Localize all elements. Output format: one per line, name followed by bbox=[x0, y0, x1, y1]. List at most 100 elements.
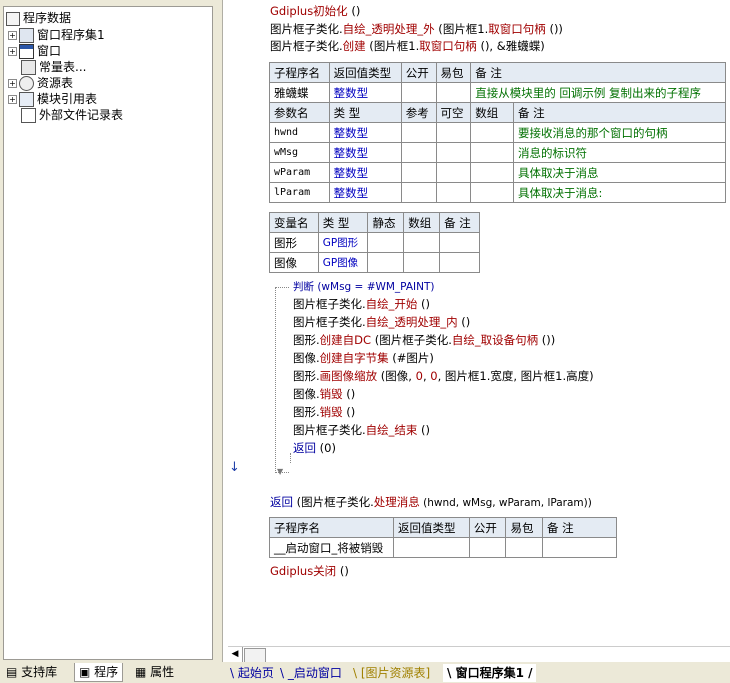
tab-support-library[interactable]: ▤ 支持库 bbox=[6, 663, 57, 681]
tree-item-constants[interactable]: 常量表... bbox=[21, 59, 86, 75]
tab-properties[interactable]: ▦ 属性 bbox=[135, 663, 174, 681]
variable-table[interactable]: 变量名 类 型 静态 数组 备 注 图形 GP图形 图像 GP图像 bbox=[269, 212, 480, 273]
param-ref-cell[interactable] bbox=[400, 162, 437, 183]
param-row[interactable]: lParam 整数型 具体取决于消息: bbox=[269, 182, 727, 203]
var-type-cell[interactable]: GP图形 bbox=[317, 232, 369, 253]
return-type-cell[interactable]: 整数型 bbox=[328, 82, 402, 103]
subprogram-name-cell[interactable]: __启动窗口_将被销毁 bbox=[269, 537, 394, 558]
code-line-3[interactable]: 图片框子类化.创建 (图片框1.取窗口句柄 (), &雅蠛蝶) bbox=[270, 38, 545, 54]
var-static-cell[interactable] bbox=[367, 252, 405, 273]
public-cell[interactable] bbox=[468, 537, 507, 558]
tab-window-module[interactable]: \ 窗口程序集1 / bbox=[443, 664, 537, 682]
var-name-cell[interactable]: 图形 bbox=[269, 232, 319, 253]
judge-line[interactable]: 判断 (wMsg = #WM_PAINT) bbox=[293, 278, 434, 295]
code-text: () bbox=[347, 4, 361, 18]
body-line[interactable]: 图片框子类化.自绘_结束 () bbox=[293, 422, 430, 438]
body-line[interactable]: 图像.创建自字节集 (#图片) bbox=[293, 350, 434, 366]
body-line[interactable]: 图片框子类化.自绘_开始 () bbox=[293, 296, 430, 312]
param-ref-cell[interactable] bbox=[400, 142, 437, 163]
variable-row[interactable]: 图形 GP图形 bbox=[269, 232, 480, 253]
tree-item-file-record[interactable]: 外部文件记录表 bbox=[21, 107, 123, 123]
param-ref-cell[interactable] bbox=[400, 182, 437, 203]
body-line[interactable]: 图形.创建自DC (图片框子类化.自绘_取设备句柄 ()) bbox=[293, 332, 555, 348]
var-type-cell[interactable]: GP图像 bbox=[317, 252, 369, 273]
var-remark-cell[interactable] bbox=[439, 252, 480, 273]
param-row[interactable]: hwnd 整数型 要接收消息的那个窗口的句柄 bbox=[269, 122, 727, 143]
tree-item-resources[interactable]: + 资源表 bbox=[8, 75, 73, 91]
param-type-cell[interactable]: 整数型 bbox=[328, 162, 402, 183]
var-array-cell[interactable] bbox=[403, 232, 441, 253]
public-cell[interactable] bbox=[400, 82, 437, 103]
subprogram-table-2[interactable]: 子程序名 返回值类型 公开 易包 备 注 __启动窗口_将被销毁 bbox=[269, 517, 617, 558]
param-type-cell[interactable]: 整数型 bbox=[328, 182, 402, 203]
code-line-1[interactable]: Gdiplus初始化 () bbox=[270, 3, 360, 19]
param-row[interactable]: wParam 整数型 具体取决于消息 bbox=[269, 162, 727, 183]
param-type-cell[interactable]: 整数型 bbox=[328, 142, 402, 163]
param-nullable-cell[interactable] bbox=[435, 162, 472, 183]
param-name-cell[interactable]: hwnd bbox=[269, 122, 330, 143]
resources-icon bbox=[19, 76, 34, 91]
tree-item-modules[interactable]: + 窗口程序集1 bbox=[8, 27, 105, 43]
tree-item-label: 模块引用表 bbox=[37, 92, 98, 106]
param-name-cell[interactable]: wMsg bbox=[269, 142, 330, 163]
easy-pack-cell[interactable] bbox=[435, 82, 472, 103]
body-line[interactable]: 图形.画图像缩放 (图像, 0, 0, 图片框1.宽度, 图片框1.高度) bbox=[293, 368, 594, 384]
code-text: ()) bbox=[545, 22, 563, 36]
param-remark-cell[interactable]: 具体取决于消息 bbox=[512, 162, 727, 183]
tab-start-page[interactable]: \ 起始页 bbox=[230, 664, 274, 682]
param-remark-cell[interactable]: 具体取决于消息: bbox=[512, 182, 727, 203]
horizontal-scrollbar[interactable]: ◀ bbox=[228, 646, 730, 663]
subprogram-name-cell[interactable]: 雅蠛蝶 bbox=[269, 82, 330, 103]
code-editor[interactable]: Gdiplus初始化 () 图片框子类化.自绘_透明处理_外 (图片框1.取窗口… bbox=[243, 0, 730, 662]
code-line-2[interactable]: 图片框子类化.自绘_透明处理_外 (图片框1.取窗口句柄 ()) bbox=[270, 21, 563, 37]
param-type-cell[interactable]: 整数型 bbox=[328, 122, 402, 143]
param-row[interactable]: wMsg 整数型 消息的标识符 bbox=[269, 142, 727, 163]
body-line[interactable]: 图形.销毁 () bbox=[293, 404, 355, 420]
param-name-cell[interactable]: lParam bbox=[269, 182, 330, 203]
var-name-cell[interactable]: 图像 bbox=[269, 252, 319, 273]
remark-cell[interactable]: 直接从模块里的 回调示例 复制出来的子程序 bbox=[470, 82, 726, 103]
param-nullable-cell[interactable] bbox=[435, 142, 472, 163]
var-static-cell[interactable] bbox=[367, 232, 405, 253]
tree-root[interactable]: 程序数据 bbox=[6, 10, 71, 26]
param-ref-cell[interactable] bbox=[400, 122, 437, 143]
param-array-cell[interactable] bbox=[470, 142, 514, 163]
tab-image-resources[interactable]: \ [图片资源表] bbox=[353, 664, 430, 682]
return-type-cell[interactable] bbox=[393, 537, 470, 558]
param-array-cell[interactable] bbox=[470, 162, 514, 183]
expand-icon[interactable]: + bbox=[8, 79, 17, 88]
code-text: (图像, bbox=[377, 369, 416, 383]
body-line[interactable]: 图片框子类化.自绘_透明处理_内 () bbox=[293, 314, 470, 330]
tab-startup-window[interactable]: \ _启动窗口 bbox=[280, 664, 342, 682]
easy-pack-cell[interactable] bbox=[505, 537, 543, 558]
expand-icon[interactable]: + bbox=[8, 31, 17, 40]
close-line[interactable]: Gdiplus关闭 () bbox=[270, 563, 349, 579]
param-remark-cell[interactable]: 消息的标识符 bbox=[512, 142, 727, 163]
tree-item-window[interactable]: + 窗口 bbox=[8, 43, 61, 59]
code-text: (hwnd, wMsg, wParam, lParam)) bbox=[419, 497, 592, 509]
expand-icon[interactable]: + bbox=[8, 95, 17, 104]
tree-item-module-ref[interactable]: + 模块引用表 bbox=[8, 91, 97, 107]
param-nullable-cell[interactable] bbox=[435, 122, 472, 143]
col-header: 返回值类型 bbox=[393, 517, 470, 538]
remark-cell[interactable] bbox=[542, 537, 617, 558]
scroll-left-icon[interactable]: ◀ bbox=[228, 647, 243, 662]
return-line[interactable]: 返回 (图片框子类化.处理消息 (hwnd, wMsg, wParam, lPa… bbox=[270, 494, 592, 511]
var-array-cell[interactable] bbox=[403, 252, 441, 273]
param-array-cell[interactable] bbox=[470, 122, 514, 143]
expand-icon[interactable]: + bbox=[8, 47, 17, 56]
code-text: ( bbox=[365, 39, 374, 53]
param-nullable-cell[interactable] bbox=[435, 182, 472, 203]
program-tree[interactable]: 程序数据 + 窗口程序集1 + 窗口 常量表... + 资源表 + 模块引用表 外部文件… bbox=[3, 6, 213, 660]
tab-program[interactable]: ▣ 程序 bbox=[74, 663, 124, 682]
return-in-judge-line[interactable]: 返回 (0) bbox=[293, 440, 336, 456]
param-name-cell[interactable]: wParam bbox=[269, 162, 330, 183]
scroll-thumb[interactable] bbox=[244, 648, 266, 663]
subprogram-table[interactable]: 子程序名 返回值类型 公开 易包 备 注 雅蠛蝶 整数型 直接从模块里的 回调示… bbox=[269, 62, 727, 203]
param-remark-cell[interactable]: 要接收消息的那个窗口的句柄 bbox=[512, 122, 727, 143]
code-text: 图片框1 bbox=[442, 22, 485, 36]
param-array-cell[interactable] bbox=[470, 182, 514, 203]
body-line[interactable]: 图像.销毁 () bbox=[293, 386, 355, 402]
variable-row[interactable]: 图像 GP图像 bbox=[269, 252, 480, 273]
var-remark-cell[interactable] bbox=[439, 232, 480, 253]
